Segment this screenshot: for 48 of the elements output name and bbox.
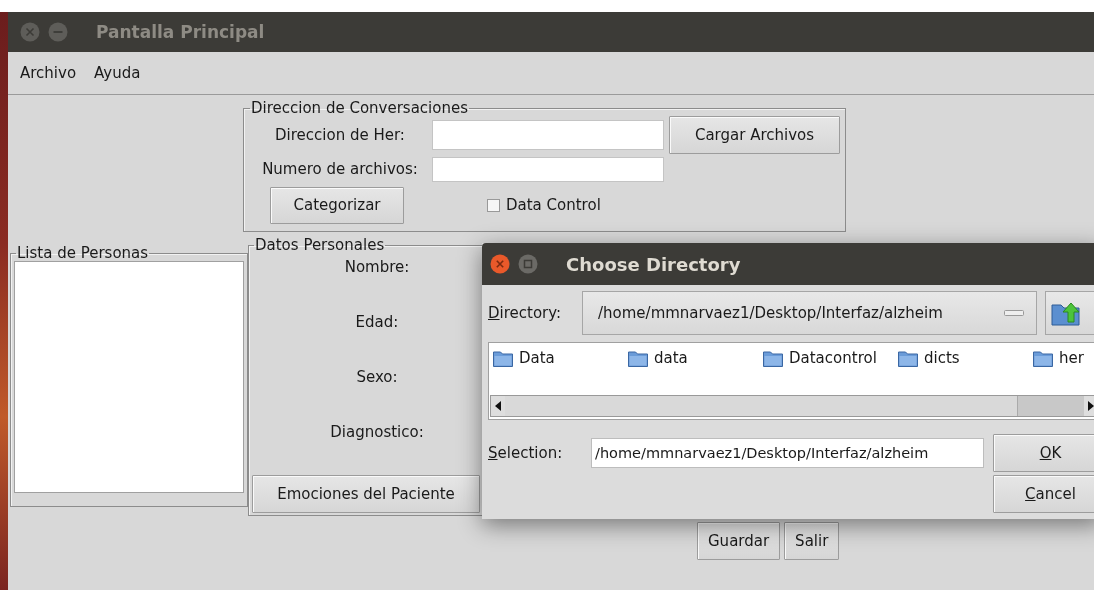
load-button[interactable]: Cargar Archivos [669,116,840,154]
emotions-button[interactable]: Emociones del Paciente [252,475,480,513]
folder-icon [763,349,783,367]
group-title: Datos Personales [254,237,386,253]
checkbox[interactable] [487,198,500,212]
action-button[interactable]: Salir [784,522,840,560]
categorize-button[interactable]: Categorizar [270,186,404,224]
checkbox-label: Data Control [506,196,601,214]
window-title: Choose Directory [566,253,741,275]
dialog-button[interactable]: Cancel [993,474,1094,513]
field-label: Nombre: [344,257,410,278]
folder-up-icon [1051,300,1081,326]
folder-item[interactable]: Data [493,349,628,367]
field-label: Numero de archivos: [261,160,419,178]
folder-icon [1033,349,1053,367]
input-field[interactable] [432,156,664,182]
directory-dropdown[interactable]: /home/mmnarvaez1/Desktop/Interfaz/alzheim [582,291,1037,335]
folder-icon [493,349,513,367]
field-label: Direccion de Her: [274,126,406,144]
field-label: Sexo: [356,367,398,388]
dropdown-icon [1004,310,1024,316]
folder-icon [898,349,918,367]
folder-item[interactable]: dicts [898,349,1033,367]
field-label: Diagnostico: [330,422,424,443]
horizontal-scrollbar[interactable] [490,395,1094,417]
folder-item[interactable]: Datacontrol [763,349,898,367]
field-label: Edad: [355,312,399,333]
scroll-left-icon[interactable] [494,400,502,412]
group-title: Lista de Personas [16,245,150,261]
minimize-icon[interactable] [48,22,68,42]
input-field[interactable] [432,120,664,150]
maximize-icon[interactable] [518,254,538,274]
close-icon[interactable] [490,254,510,274]
selection-field[interactable]: /home/mmnarvaez1/Desktop/Interfaz/alzheim [591,437,984,468]
menu-item[interactable]: Ayuda [94,62,141,84]
folder-item[interactable]: her [1033,349,1084,367]
menu-item[interactable]: Archivo [20,62,77,84]
scroll-right-icon[interactable] [1087,400,1094,412]
folder-icon [628,349,648,367]
action-button[interactable]: Guardar [697,522,781,560]
field-label: Selection: [488,443,564,462]
close-icon[interactable] [20,22,40,42]
up-folder-button[interactable] [1045,291,1094,335]
folder-item[interactable]: data [628,349,763,367]
window-title: Pantalla Principal [96,22,265,42]
group-title: Direccion de Conversaciones [250,100,469,116]
field-label: Directory: [488,304,563,322]
dialog-button[interactable]: OK [993,433,1094,472]
